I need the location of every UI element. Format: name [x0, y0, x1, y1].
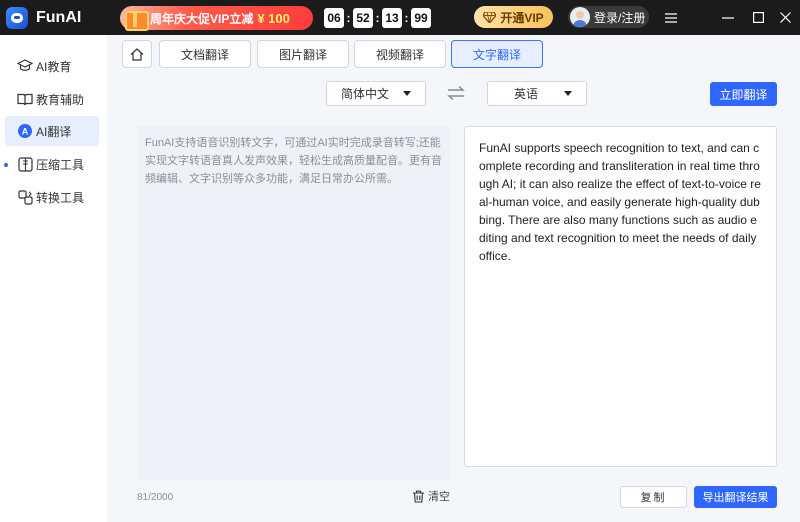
promo-banner[interactable]: 周年庆大促VIP立减 ¥ 100 — [120, 3, 313, 31]
trash-icon — [413, 490, 424, 503]
copy-button[interactable]: 复制 — [620, 486, 687, 508]
sidebar-item-label: 转换工具 — [36, 190, 85, 205]
sidebar-item-label: 压缩工具 — [36, 157, 85, 172]
export-result-button[interactable]: 导出翻译结果 — [694, 486, 777, 508]
clear-button[interactable]: 清空 — [412, 488, 450, 504]
countdown-seconds: 13 — [382, 8, 402, 28]
translate-now-button[interactable]: 立即翻译 — [710, 82, 777, 106]
sidebar-item-ai-education[interactable]: AI教育 — [5, 51, 99, 81]
sidebar-item-label: 教育辅助 — [36, 92, 85, 107]
convert-icon — [17, 189, 33, 205]
swap-icon — [447, 85, 465, 101]
target-language-select[interactable]: 英语 — [487, 81, 587, 106]
caret-down-icon — [403, 91, 411, 96]
diamond-icon — [483, 11, 497, 23]
promo-price: ¥ 100 — [257, 10, 290, 26]
translate-icon: A — [17, 123, 33, 139]
character-count: 81/2000 — [137, 492, 174, 503]
sidebar-item-label: AI翻译 — [36, 124, 72, 139]
maximize-button[interactable] — [743, 0, 773, 35]
graduation-cap-icon — [17, 58, 33, 74]
open-vip-label: 开通VIP — [500, 10, 544, 25]
target-language-value: 英语 — [513, 87, 538, 101]
close-icon — [779, 12, 791, 23]
caret-down-icon — [564, 91, 572, 96]
translation-result: FunAI supports speech recognition to tex… — [464, 126, 777, 467]
tab-image-translate[interactable]: 图片翻译 — [257, 40, 349, 68]
minimize-button[interactable] — [713, 0, 743, 35]
menu-button[interactable] — [656, 0, 686, 35]
tab-text-translate[interactable]: 文字翻译 — [451, 40, 543, 68]
result-text: FunAI supports speech recognition to tex… — [479, 141, 761, 263]
sidebar-item-label: AI教育 — [36, 59, 72, 74]
clear-label: 清空 — [428, 491, 450, 503]
home-icon — [130, 47, 144, 61]
sidebar-item-convert-tool[interactable]: 转换工具 — [5, 182, 99, 212]
source-text: FunAI支持语音识别转文字，可通过AI实时完成录音转写;还能实现文字转语音真人… — [145, 137, 442, 185]
app-name: FunAI — [36, 8, 82, 26]
open-vip-button[interactable]: 开通VIP — [474, 6, 553, 28]
hamburger-menu-icon — [665, 12, 677, 23]
login-button[interactable]: 登录/注册 — [568, 6, 649, 28]
close-button[interactable] — [770, 0, 800, 35]
swap-languages-button[interactable] — [447, 85, 465, 101]
svg-text:A: A — [22, 127, 29, 137]
source-language-select[interactable]: 简体中文 — [326, 81, 426, 106]
funai-logo-icon — [6, 6, 28, 29]
login-label: 登录/注册 — [594, 10, 646, 25]
avatar — [570, 7, 590, 27]
source-language-value: 简体中文 — [340, 87, 389, 101]
app-logo: FunAI — [6, 6, 82, 29]
minimize-icon — [722, 16, 734, 19]
compress-icon — [17, 156, 33, 172]
book-icon — [17, 91, 33, 107]
promo-text: 周年庆大促VIP立减 — [150, 11, 254, 26]
tab-video-translate[interactable]: 视频翻译 — [354, 40, 446, 68]
promo-countdown: 06 : 52 : 13 : 99 — [324, 8, 431, 28]
home-button[interactable] — [122, 40, 152, 68]
sidebar-item-compress-tool[interactable]: 压缩工具 — [5, 149, 99, 179]
sidebar: AI教育 教育辅助 A AI翻译 压缩工具 转换工具 — [0, 35, 107, 522]
source-text-input[interactable]: FunAI支持语音识别转文字，可通过AI实时完成录音转写;还能实现文字转语音真人… — [137, 126, 450, 480]
countdown-minutes: 52 — [353, 8, 373, 28]
countdown-hours: 06 — [324, 8, 344, 28]
maximize-icon — [752, 12, 764, 23]
countdown-centiseconds: 99 — [411, 8, 431, 28]
gift-box-icon — [122, 3, 149, 31]
tab-document-translate[interactable]: 文档翻译 — [159, 40, 251, 68]
title-bar: FunAI 周年庆大促VIP立减 ¥ 100 06 : 52 : 13 : 99… — [0, 0, 800, 35]
sidebar-item-education-assist[interactable]: 教育辅助 — [5, 84, 99, 114]
sidebar-item-ai-translate[interactable]: A AI翻译 — [5, 116, 99, 146]
